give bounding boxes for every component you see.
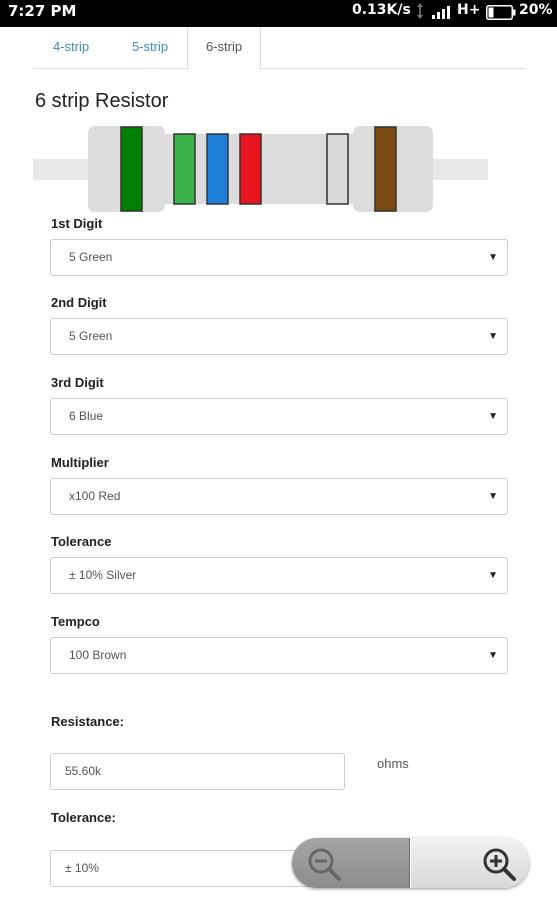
battery-icon — [486, 5, 516, 20]
second-digit-label: 2nd Digit — [51, 295, 107, 310]
tab-5-strip[interactable]: 5-strip — [113, 27, 187, 69]
tempco-select[interactable]: 100 Brown ▼ — [50, 637, 508, 674]
second-digit-value: 5 Green — [69, 329, 113, 343]
resistor-diagram — [33, 126, 488, 212]
signal-icon — [432, 6, 450, 19]
dropdown-arrow-icon: ▼ — [488, 252, 498, 263]
result-tolerance-label: Tolerance: — [51, 810, 116, 825]
tempco-label: Tempco — [51, 614, 100, 629]
third-digit-select[interactable]: 6 Blue ▼ — [50, 398, 508, 435]
tolerance-label: Tolerance — [51, 534, 112, 549]
tolerance-value: ± 10% Silver — [69, 568, 137, 582]
data-activity-icon — [417, 3, 423, 19]
status-battery-level: 20% — [519, 2, 553, 18]
zoom-in-button[interactable] — [411, 838, 529, 888]
multiplier-value: x100 Red — [69, 489, 121, 503]
zoom-out-button[interactable] — [292, 838, 410, 888]
first-digit-label: 1st Digit — [51, 216, 103, 231]
strip-tabs: 4-strip 5-strip 6-strip — [33, 27, 525, 70]
resistor-band-4 — [239, 133, 262, 205]
third-digit-value: 6 Blue — [69, 409, 104, 423]
resistor-band-1 — [120, 126, 143, 212]
first-digit-select[interactable]: 5 Green ▼ — [50, 239, 508, 276]
dropdown-arrow-icon: ▼ — [488, 331, 498, 342]
multiplier-label: Multiplier — [51, 455, 109, 470]
resistance-unit: ohms — [377, 756, 409, 771]
status-time: 7:27 PM — [8, 2, 77, 20]
dropdown-arrow-icon: ▼ — [488, 491, 498, 502]
resistor-band-5 — [326, 133, 349, 205]
resistor-band-2 — [173, 133, 196, 205]
zoom-out-icon — [308, 848, 341, 881]
dropdown-arrow-icon: ▼ — [488, 570, 498, 581]
zoom-in-icon — [483, 848, 516, 881]
dropdown-arrow-icon: ▼ — [488, 411, 498, 422]
tolerance-select[interactable]: ± 10% Silver ▼ — [50, 557, 508, 594]
zoom-control — [292, 838, 529, 888]
tab-6-strip[interactable]: 6-strip — [187, 27, 261, 70]
page-title: 6 strip Resistor — [35, 90, 169, 112]
resistance-output[interactable]: 55.60k — [50, 753, 345, 790]
dropdown-arrow-icon: ▼ — [488, 650, 498, 661]
resistance-label: Resistance: — [51, 714, 124, 729]
multiplier-select[interactable]: x100 Red ▼ — [50, 478, 508, 515]
tempco-value: 100 Brown — [69, 648, 127, 662]
second-digit-select[interactable]: 5 Green ▼ — [50, 318, 508, 355]
status-network-speed: 0.13K/s — [352, 2, 411, 18]
tab-4-strip[interactable]: 4-strip — [33, 27, 109, 69]
resistor-band-6 — [374, 126, 397, 212]
status-network-type: H+ — [457, 2, 481, 18]
first-digit-value: 5 Green — [69, 250, 113, 264]
third-digit-label: 3rd Digit — [51, 375, 104, 390]
resistor-band-3 — [206, 133, 229, 205]
status-bar: 7:27 PM 0.13K/s H+ 20% — [0, 0, 557, 27]
